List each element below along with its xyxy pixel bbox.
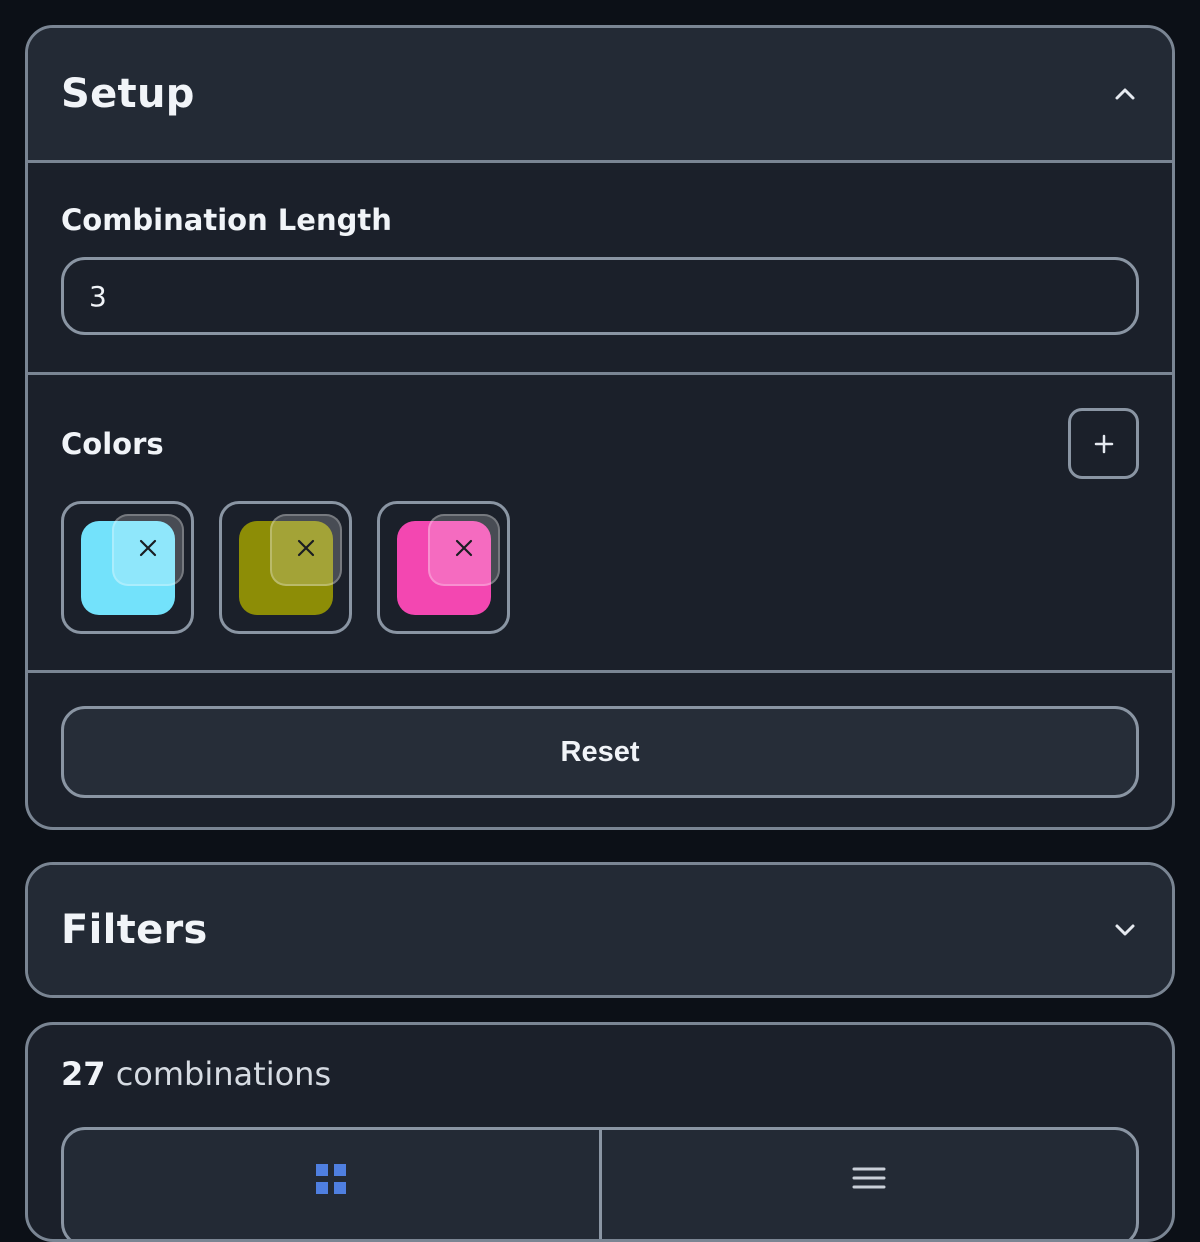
colors-label: Colors	[61, 426, 164, 461]
chevron-down-icon[interactable]	[1110, 915, 1140, 945]
length-label: Combination Length	[61, 203, 392, 237]
color-swatch[interactable]	[61, 501, 194, 634]
close-icon	[297, 539, 315, 557]
list-view-button[interactable]	[598, 1130, 1137, 1239]
filters-card: Filters	[25, 862, 1175, 998]
grid-view-button[interactable]	[64, 1130, 599, 1239]
grid-icon	[315, 1163, 347, 1239]
list-icon	[852, 1163, 886, 1239]
close-icon	[139, 539, 157, 557]
color-swatch[interactable]	[377, 501, 510, 634]
results-card: 27 combinations	[25, 1022, 1175, 1242]
combination-count-number: 27	[61, 1055, 106, 1093]
color-swatch[interactable]	[219, 501, 352, 634]
filters-header[interactable]: Filters	[28, 865, 1172, 995]
remove-color-button[interactable]	[428, 514, 500, 586]
setup-title: Setup	[61, 71, 195, 117]
add-color-button[interactable]	[1068, 408, 1139, 479]
filters-title: Filters	[61, 907, 208, 953]
combination-count-suffix: combinations	[115, 1055, 332, 1093]
reset-section: Reset	[28, 670, 1172, 827]
colors-section: Colors	[28, 372, 1172, 670]
combination-count: 27 combinations	[61, 1055, 331, 1093]
setup-header[interactable]: Setup	[28, 28, 1172, 160]
length-section: Combination Length	[28, 160, 1172, 372]
remove-color-button[interactable]	[112, 514, 184, 586]
setup-card: Setup Combination Length Colors Reset	[25, 25, 1175, 830]
view-mode-toggle	[61, 1127, 1139, 1239]
remove-color-button[interactable]	[270, 514, 342, 586]
reset-button[interactable]: Reset	[61, 706, 1139, 798]
close-icon	[455, 539, 473, 557]
chevron-up-icon[interactable]	[1110, 79, 1140, 109]
color-swatch-list	[61, 501, 1139, 634]
length-input[interactable]	[61, 257, 1139, 335]
